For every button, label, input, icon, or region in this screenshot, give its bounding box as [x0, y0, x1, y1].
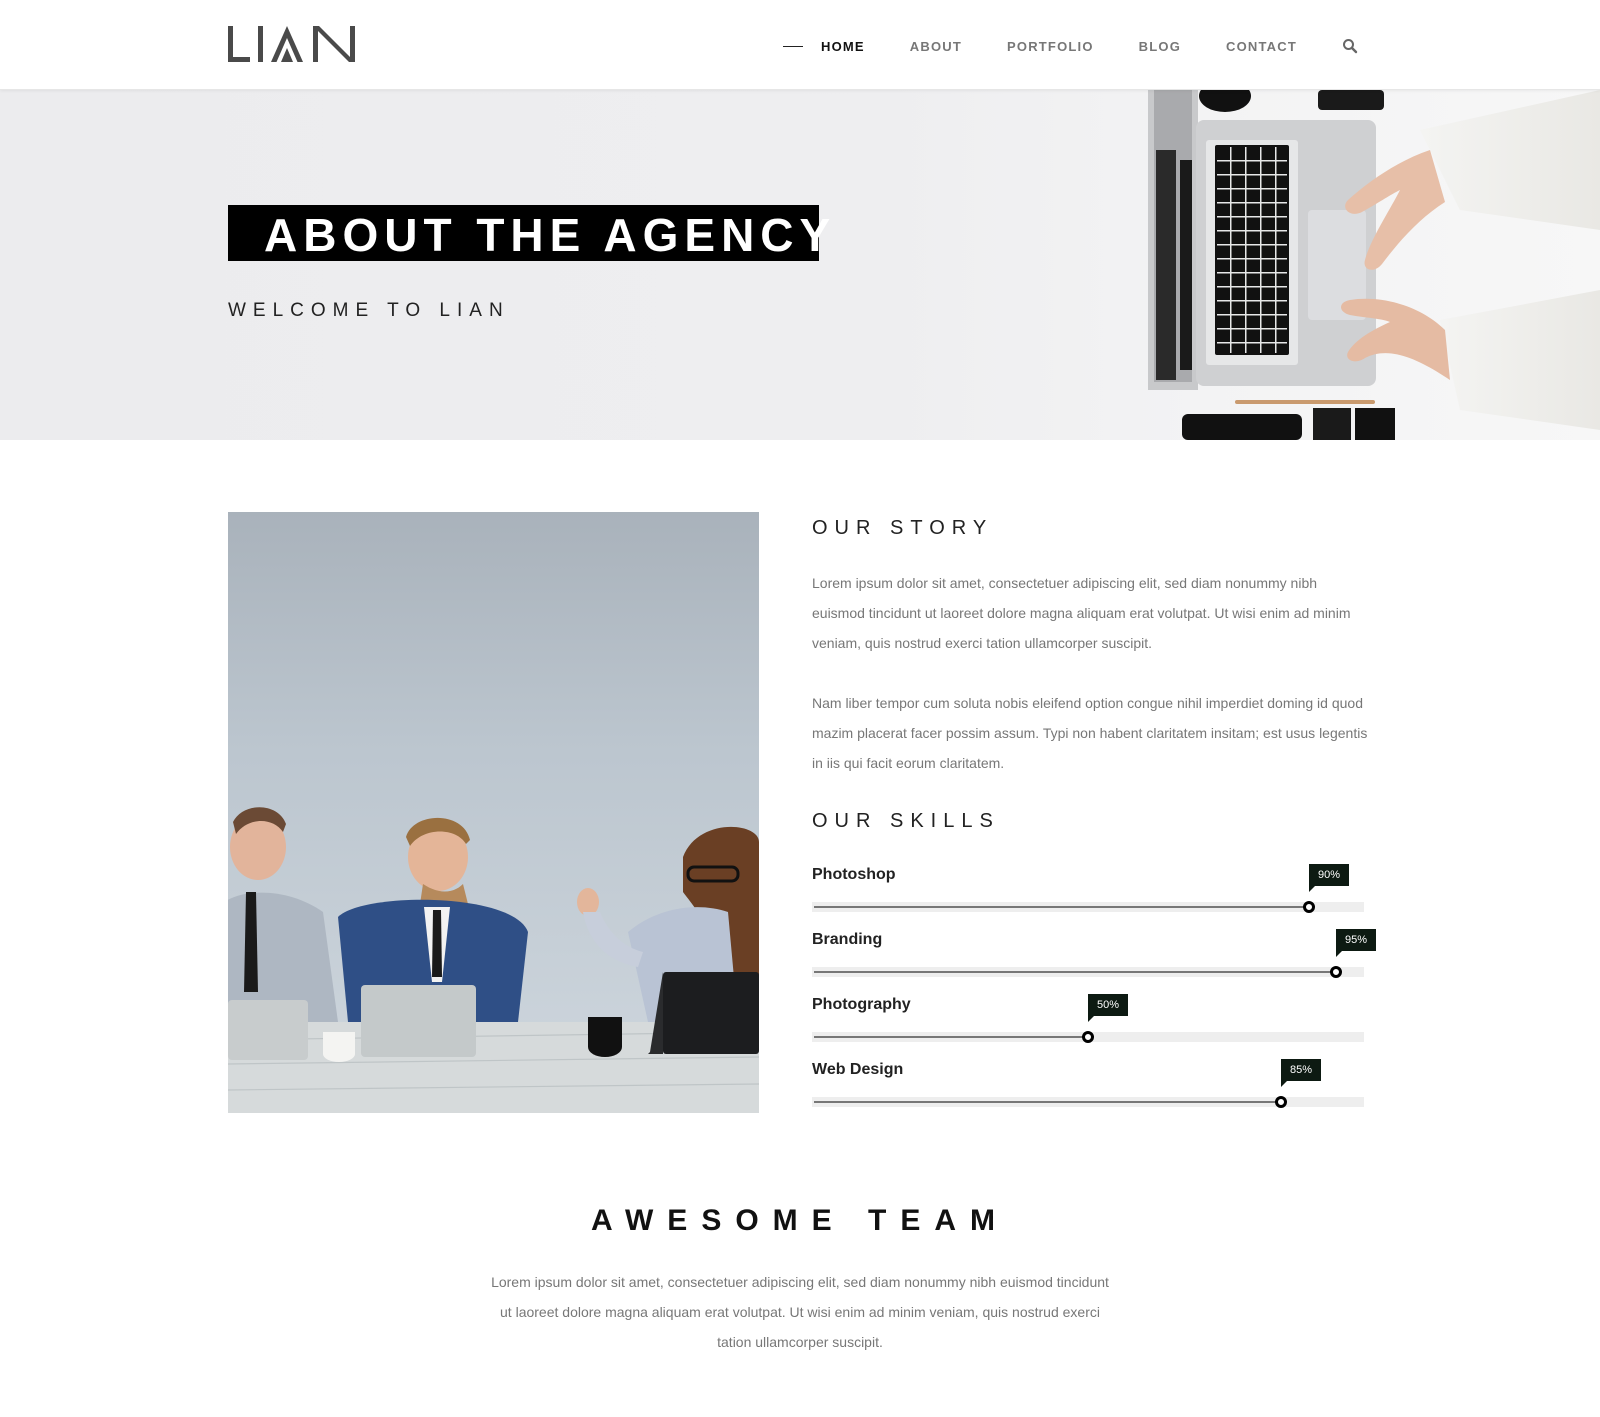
skill-percent-tag: 85%	[1281, 1059, 1322, 1087]
skill-fill	[814, 1101, 1281, 1103]
nav-contact[interactable]: CONTACT	[1226, 39, 1297, 54]
team-photo	[228, 512, 759, 1113]
skill-label: Branding	[812, 931, 883, 948]
skill-label: Photoshop	[812, 866, 896, 883]
skill-label: Photography	[812, 996, 911, 1013]
story-paragraph-2: Nam liber tempor cum soluta nobis eleife…	[812, 695, 1368, 771]
skill-track	[812, 1096, 1364, 1108]
skill-percent-tag: 95%	[1336, 929, 1377, 957]
skill-knob[interactable]	[1330, 966, 1342, 978]
skill-percent-tag: 50%	[1088, 994, 1129, 1022]
skill-branding: Branding 95%	[812, 929, 1377, 987]
awesome-team-title: AWESOME TEAM	[590, 1204, 1009, 1237]
skill-track	[812, 901, 1364, 913]
skill-fill	[814, 971, 1336, 973]
nav-about[interactable]: ABOUT	[910, 39, 962, 54]
team-meeting-image	[228, 807, 759, 1113]
story-paragraph-1: Lorem ipsum dolor sit amet, consectetuer…	[812, 575, 1351, 651]
nav-blog[interactable]: BLOG	[1139, 39, 1181, 54]
skill-track	[812, 966, 1364, 978]
skill-knob[interactable]	[1082, 1031, 1094, 1043]
skill-photography: Photography 50%	[812, 994, 1368, 1052]
site-header: HOME ABOUT PORTFOLIO BLOG CONTACT	[0, 0, 1600, 90]
skill-photoshop: Photoshop 90%	[812, 864, 1368, 922]
skill-web-design: Web Design 85%	[812, 1059, 1368, 1117]
our-story-title: OUR STORY	[812, 517, 994, 539]
skill-fill	[814, 906, 1309, 908]
skill-track	[812, 1031, 1364, 1043]
skill-fill	[814, 1036, 1088, 1038]
main-nav: HOME ABOUT PORTFOLIO BLOG CONTACT	[782, 34, 1358, 58]
hero-title: ABOUT THE AGENCY	[264, 209, 837, 261]
lian-logo[interactable]	[228, 24, 360, 64]
skill-knob[interactable]	[1275, 1096, 1287, 1108]
skill-label: Web Design	[812, 1061, 904, 1078]
nav-home[interactable]: HOME	[821, 39, 865, 54]
nav-portfolio[interactable]: PORTFOLIO	[1007, 39, 1094, 54]
our-skills-title: OUR SKILLS	[812, 810, 1000, 832]
awesome-team-text: Lorem ipsum dolor sit amet, consectetuer…	[491, 1274, 1109, 1350]
laptop-hands-image	[1148, 90, 1600, 440]
skill-percent-tag: 90%	[1309, 864, 1350, 892]
hero-subtitle: WELCOME TO LIAN	[228, 300, 510, 321]
hero-title-box: ABOUT THE AGENCY	[228, 205, 830, 261]
skill-knob[interactable]	[1303, 901, 1315, 913]
hero-banner: ABOUT THE AGENCY WELCOME TO LIAN	[0, 90, 1600, 440]
active-indicator	[782, 45, 803, 47]
search-icon[interactable]	[1342, 38, 1358, 54]
